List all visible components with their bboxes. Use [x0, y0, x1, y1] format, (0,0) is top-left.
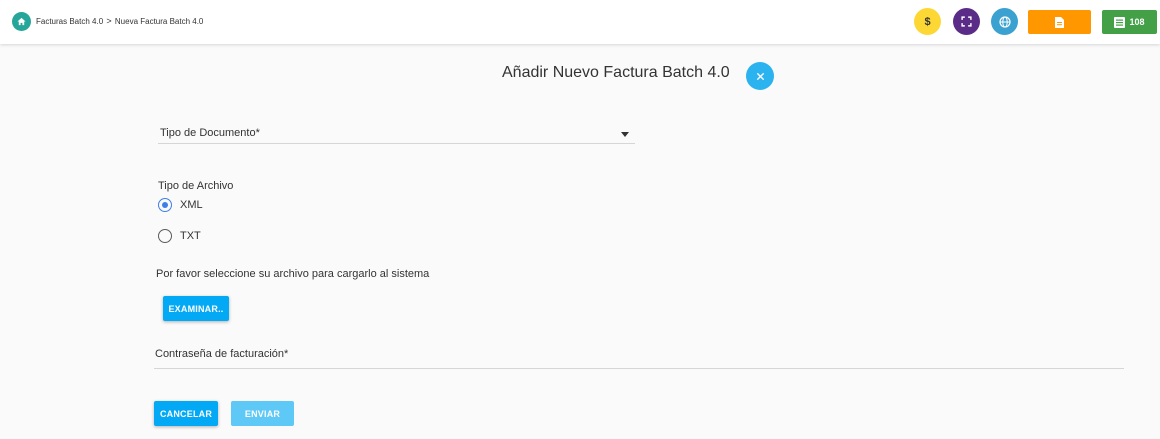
file-instruction-text: Por favor seleccione su archivo para car… — [156, 268, 430, 280]
document-button[interactable] — [1028, 10, 1091, 34]
submit-button[interactable]: ENVIAR — [231, 401, 294, 426]
chevron-down-icon — [621, 132, 629, 137]
radio-txt-label[interactable]: TXT — [180, 230, 201, 242]
close-icon — [756, 72, 764, 80]
radio-xml[interactable] — [158, 198, 172, 212]
globe-button[interactable] — [991, 8, 1018, 35]
radio-txt[interactable] — [158, 229, 172, 243]
batch-count: 108 — [1129, 17, 1145, 27]
breadcrumb-item-nueva-factura: Nueva Factura Batch 4.0 — [114, 17, 204, 26]
document-icon — [1055, 16, 1064, 28]
password-field[interactable]: Contraseña de facturación* — [154, 343, 1124, 369]
dollar-button[interactable]: $ — [914, 8, 941, 35]
breadcrumb-separator: > — [106, 16, 112, 26]
page-title: Añadir Nuevo Factura Batch 4.0 — [502, 64, 730, 81]
top-bar: Facturas Batch 4.0 > Nueva Factura Batch… — [0, 0, 1160, 44]
home-icon — [17, 17, 26, 26]
breadcrumb: Facturas Batch 4.0 > Nueva Factura Batch… — [36, 16, 203, 26]
document-type-label: Tipo de Documento* — [160, 127, 260, 139]
breadcrumb-item-facturas[interactable]: Facturas Batch 4.0 — [36, 17, 103, 26]
password-label: Contraseña de facturación* — [155, 348, 289, 360]
dollar-icon: $ — [924, 15, 931, 28]
home-button[interactable] — [12, 12, 31, 31]
batch-count-button[interactable]: 108 — [1102, 10, 1157, 34]
document-type-select[interactable]: Tipo de Documento* — [158, 122, 635, 144]
browse-button[interactable]: EXAMINAR.. — [163, 296, 229, 321]
radio-xml-label[interactable]: XML — [180, 199, 203, 211]
file-type-label: Tipo de Archivo — [158, 180, 234, 192]
close-button[interactable] — [746, 62, 774, 90]
globe-icon — [998, 15, 1011, 28]
cancel-button[interactable]: CANCELAR — [154, 401, 218, 426]
fullscreen-button[interactable] — [953, 8, 980, 35]
list-icon — [1114, 16, 1126, 28]
fullscreen-icon — [961, 16, 972, 27]
